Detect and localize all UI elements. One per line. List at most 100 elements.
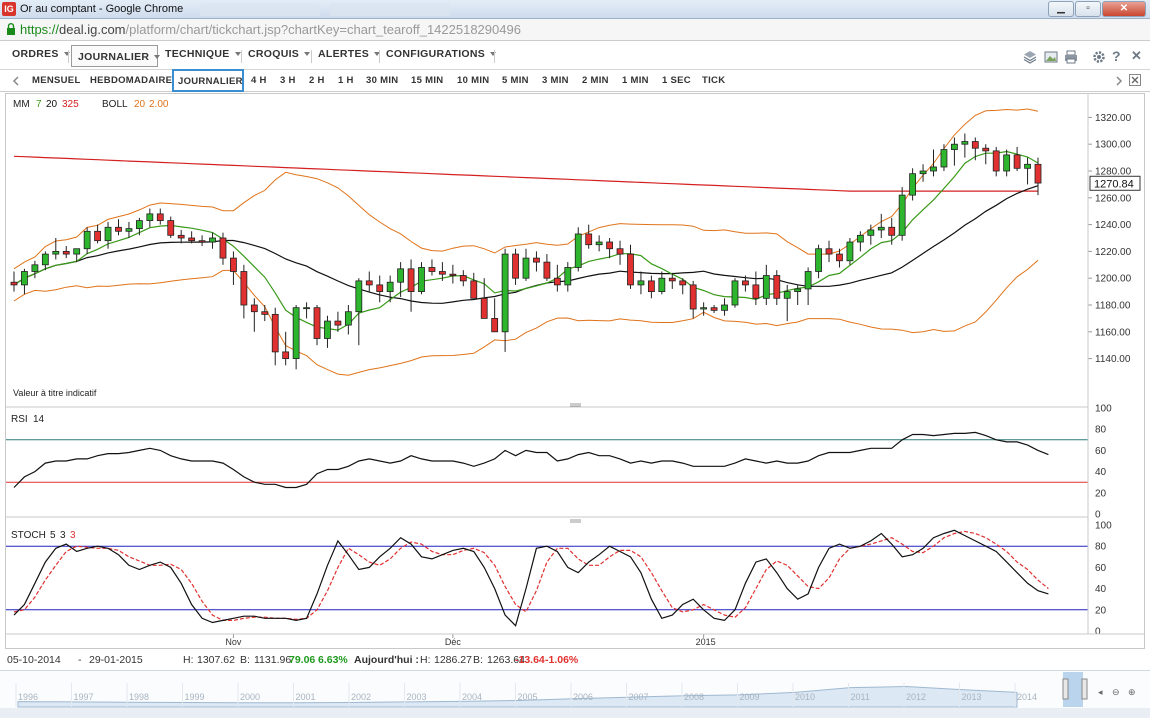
candle[interactable] <box>167 216 175 238</box>
candle[interactable] <box>313 305 321 346</box>
candle[interactable] <box>512 248 519 285</box>
candle[interactable] <box>271 307 279 366</box>
interval-2h[interactable]: 2 H <box>309 75 325 86</box>
candle[interactable] <box>992 146 1000 177</box>
candle[interactable] <box>261 305 269 322</box>
candle[interactable] <box>616 240 624 265</box>
candle[interactable] <box>240 264 248 319</box>
candle[interactable] <box>689 280 697 319</box>
background-tab[interactable] <box>200 3 320 16</box>
candle[interactable] <box>41 251 49 271</box>
help-icon[interactable]: ? <box>1112 48 1126 64</box>
candle[interactable] <box>595 235 603 252</box>
candle[interactable] <box>428 259 436 276</box>
navigator-svg[interactable]: 1996 1997 1998 1999 2000 2001 2002 2003 2004 2005… <box>0 671 1150 709</box>
candle[interactable] <box>930 149 937 177</box>
chevron-left-icon[interactable] <box>12 76 20 86</box>
menu-technique[interactable]: TECHNIQUE <box>165 48 241 64</box>
menu-configurations[interactable]: CONFIGURATIONS <box>386 48 497 64</box>
chevron-right-icon[interactable] <box>1115 76 1123 86</box>
url-text[interactable]: https://deal.ig.com/platform/chart/tickc… <box>20 22 521 37</box>
interval-15min[interactable]: 15 MIN <box>411 75 443 86</box>
candle[interactable] <box>951 137 958 166</box>
candle[interactable] <box>553 264 561 292</box>
menu-alertes[interactable]: ALERTES <box>318 48 381 64</box>
from-date[interactable]: 05-10-2014 <box>7 654 61 666</box>
navigator-left-handle[interactable] <box>1062 678 1069 700</box>
candle[interactable] <box>752 271 760 306</box>
interval-tick[interactable]: TICK <box>702 75 725 86</box>
candle[interactable] <box>1013 146 1021 171</box>
candle[interactable] <box>919 164 927 182</box>
minimize-icon[interactable]: ▁ <box>1048 1 1074 17</box>
interval-2min[interactable]: 2 MIN <box>582 75 609 86</box>
candle[interactable] <box>344 305 352 335</box>
candle[interactable] <box>971 137 979 161</box>
candle[interactable] <box>1024 157 1031 185</box>
candle[interactable] <box>815 244 822 279</box>
candle[interactable] <box>125 221 133 238</box>
candle[interactable] <box>407 259 415 312</box>
candle[interactable] <box>459 270 467 287</box>
collapse-icon[interactable] <box>1129 74 1141 86</box>
candle[interactable] <box>574 227 582 272</box>
candle[interactable] <box>543 254 551 281</box>
resize-handle[interactable] <box>570 403 581 407</box>
candle[interactable] <box>376 275 384 303</box>
candle[interactable] <box>773 270 781 305</box>
print-icon[interactable] <box>1064 50 1078 64</box>
layers-icon[interactable] <box>1023 50 1037 64</box>
candle[interactable] <box>62 246 70 259</box>
candle[interactable] <box>877 213 885 238</box>
candle[interactable] <box>250 298 258 332</box>
history-navigator[interactable]: 1996 1997 1998 1999 2000 2001 2002 2003 2004 2005… <box>0 670 1150 708</box>
candle[interactable] <box>637 271 645 295</box>
candle[interactable] <box>470 272 478 299</box>
candle[interactable] <box>846 238 854 265</box>
candle[interactable] <box>480 278 488 319</box>
interval-hebdomadaire[interactable]: HEBDOMADAIRE <box>90 75 172 86</box>
candle[interactable] <box>522 248 530 281</box>
candle[interactable] <box>230 251 237 285</box>
candle[interactable] <box>804 267 812 305</box>
candle[interactable] <box>825 240 833 263</box>
candle[interactable] <box>501 248 509 352</box>
zoom-in-icon[interactable]: ⊕ <box>1128 687 1136 697</box>
close-icon[interactable]: ✕ <box>1131 48 1145 63</box>
candle[interactable] <box>115 219 122 236</box>
candle[interactable] <box>146 208 154 228</box>
candle[interactable] <box>94 224 101 244</box>
interval-1h[interactable]: 1 H <box>338 75 354 86</box>
zoom-out-icon[interactable]: ⊖ <box>1112 687 1120 697</box>
candle[interactable] <box>292 305 300 370</box>
candle[interactable] <box>83 227 91 255</box>
image-icon[interactable] <box>1044 50 1058 64</box>
candle[interactable] <box>1003 149 1011 177</box>
candle[interactable] <box>721 298 728 316</box>
address-bar[interactable]: https://deal.ig.com/platform/chart/tickc… <box>0 19 1150 41</box>
candle[interactable] <box>658 271 666 295</box>
candle[interactable] <box>1034 157 1042 196</box>
to-date[interactable]: 29-01-2015 <box>89 654 143 666</box>
close-icon[interactable]: ✕ <box>1102 1 1146 17</box>
candle[interactable] <box>731 278 739 308</box>
navigator-right-handle[interactable] <box>1081 678 1088 700</box>
scroll-left-icon[interactable]: ◂ <box>1098 687 1103 697</box>
background-tab[interactable] <box>330 3 450 16</box>
candle[interactable] <box>31 260 39 279</box>
candle[interactable] <box>365 271 373 292</box>
candle[interactable] <box>135 217 143 236</box>
maximize-icon[interactable]: ▫ <box>1075 1 1101 17</box>
settings-icon[interactable] <box>1092 50 1106 64</box>
candle[interactable] <box>909 168 917 201</box>
interval-mensuel[interactable]: MENSUEL <box>32 75 81 86</box>
menu-journalier[interactable]: JOURNALIER <box>71 45 161 67</box>
resize-handle[interactable] <box>570 519 581 523</box>
candle[interactable] <box>324 315 331 348</box>
candle[interactable] <box>679 278 687 295</box>
candle[interactable] <box>418 262 425 295</box>
candle[interactable] <box>710 305 718 314</box>
candle[interactable] <box>647 275 655 299</box>
interval-3h[interactable]: 3 H <box>280 75 296 86</box>
candle[interactable] <box>762 264 770 305</box>
